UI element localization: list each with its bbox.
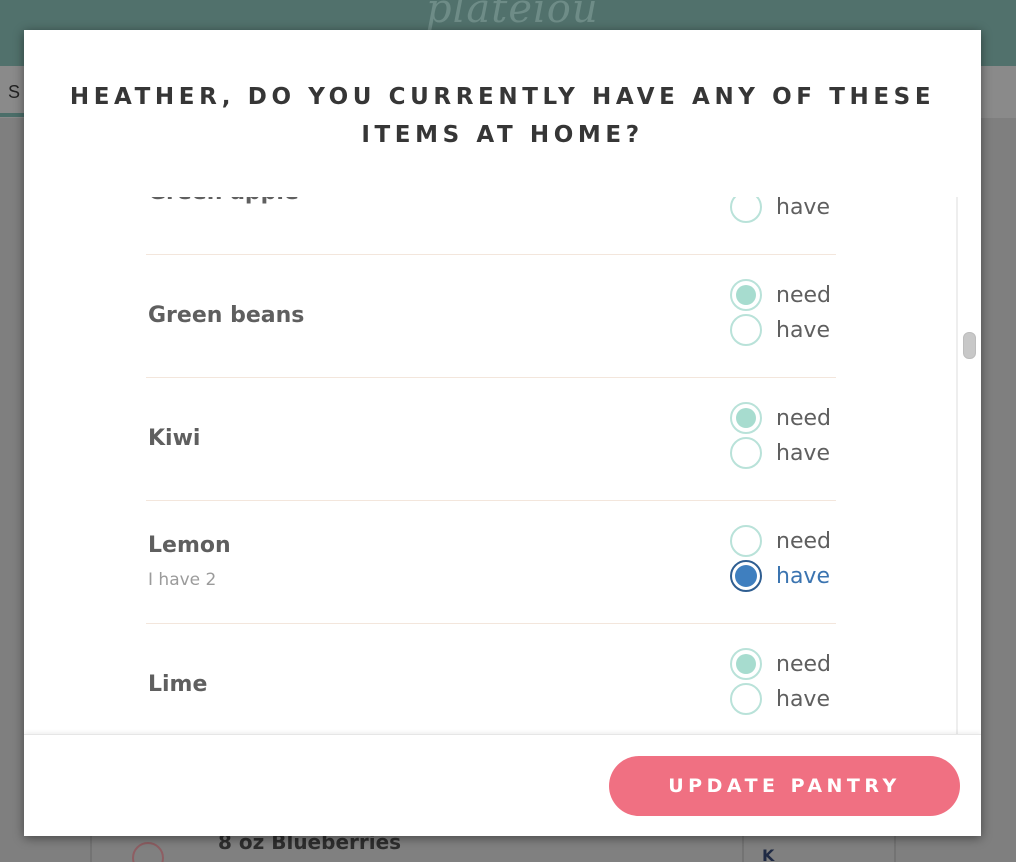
- have-option[interactable]: have: [730, 314, 850, 346]
- scrollbar-thumb[interactable]: [963, 332, 976, 359]
- sub-nav-active-indicator: [0, 113, 24, 117]
- pantry-modal: Heather, do you currently have any of th…: [24, 30, 981, 836]
- have-radio[interactable]: [730, 197, 762, 223]
- list-item-green-apple: Green apple need have: [24, 197, 958, 255]
- item-name: Lemon: [148, 533, 231, 558]
- have-option[interactable]: have: [730, 683, 850, 715]
- items-scroll-area[interactable]: Green apple need have Green beans need: [24, 197, 958, 734]
- need-option[interactable]: need: [730, 525, 850, 557]
- need-radio[interactable]: [730, 525, 762, 557]
- scrollbar-track: [956, 197, 958, 734]
- have-radio[interactable]: [730, 437, 762, 469]
- have-label: have: [776, 317, 830, 343]
- item-note: I have 2: [148, 570, 217, 590]
- need-option[interactable]: need: [730, 279, 850, 311]
- have-label: have: [776, 197, 830, 220]
- have-label: have: [776, 686, 830, 712]
- need-label: need: [776, 405, 831, 431]
- need-radio[interactable]: [730, 279, 762, 311]
- need-label: need: [776, 528, 831, 554]
- have-radio[interactable]: [730, 314, 762, 346]
- have-radio[interactable]: [730, 560, 762, 592]
- background-letter: K: [762, 846, 775, 862]
- sub-nav-item: S: [8, 82, 21, 102]
- have-label: have: [776, 440, 830, 466]
- have-option[interactable]: have: [730, 437, 850, 469]
- need-option[interactable]: need: [730, 402, 850, 434]
- item-name: Green beans: [148, 303, 305, 328]
- item-name: Kiwi: [148, 426, 201, 451]
- modal-footer: Update Pantry: [24, 734, 981, 836]
- list-item-kiwi: Kiwi need have: [24, 378, 958, 501]
- need-radio[interactable]: [730, 402, 762, 434]
- modal-title: Heather, do you currently have any of th…: [69, 84, 936, 148]
- item-name: Lime: [148, 672, 208, 697]
- items-list: Green apple need have Green beans need: [24, 197, 958, 734]
- list-item-lime: Lime need have: [24, 624, 958, 734]
- update-pantry-button[interactable]: Update Pantry: [609, 756, 960, 816]
- need-label: need: [776, 282, 831, 308]
- app-logo: plateiou: [426, 0, 599, 32]
- have-option[interactable]: have: [730, 197, 850, 223]
- have-label: have: [776, 563, 830, 589]
- list-item-green-beans: Green beans need have: [24, 255, 958, 378]
- need-option[interactable]: need: [730, 648, 850, 680]
- have-option[interactable]: have: [730, 560, 850, 592]
- item-name: Green apple: [148, 197, 299, 205]
- list-item-lemon: Lemon I have 2 need have: [24, 501, 958, 624]
- have-radio[interactable]: [730, 683, 762, 715]
- need-radio[interactable]: [730, 648, 762, 680]
- need-label: need: [776, 651, 831, 677]
